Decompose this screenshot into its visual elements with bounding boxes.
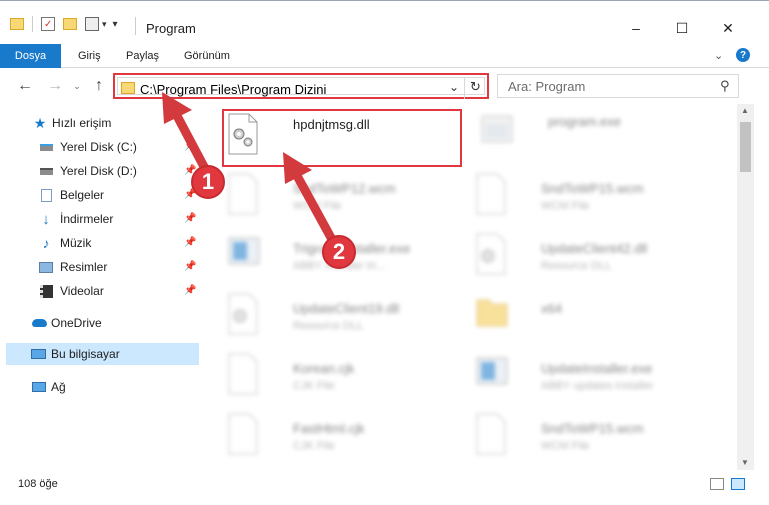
callout-badge-1: 1 [191, 165, 225, 199]
callout-badge-2: 2 [322, 235, 356, 269]
arrow-2 [290, 167, 340, 250]
annotation-arrows [162, 92, 340, 250]
